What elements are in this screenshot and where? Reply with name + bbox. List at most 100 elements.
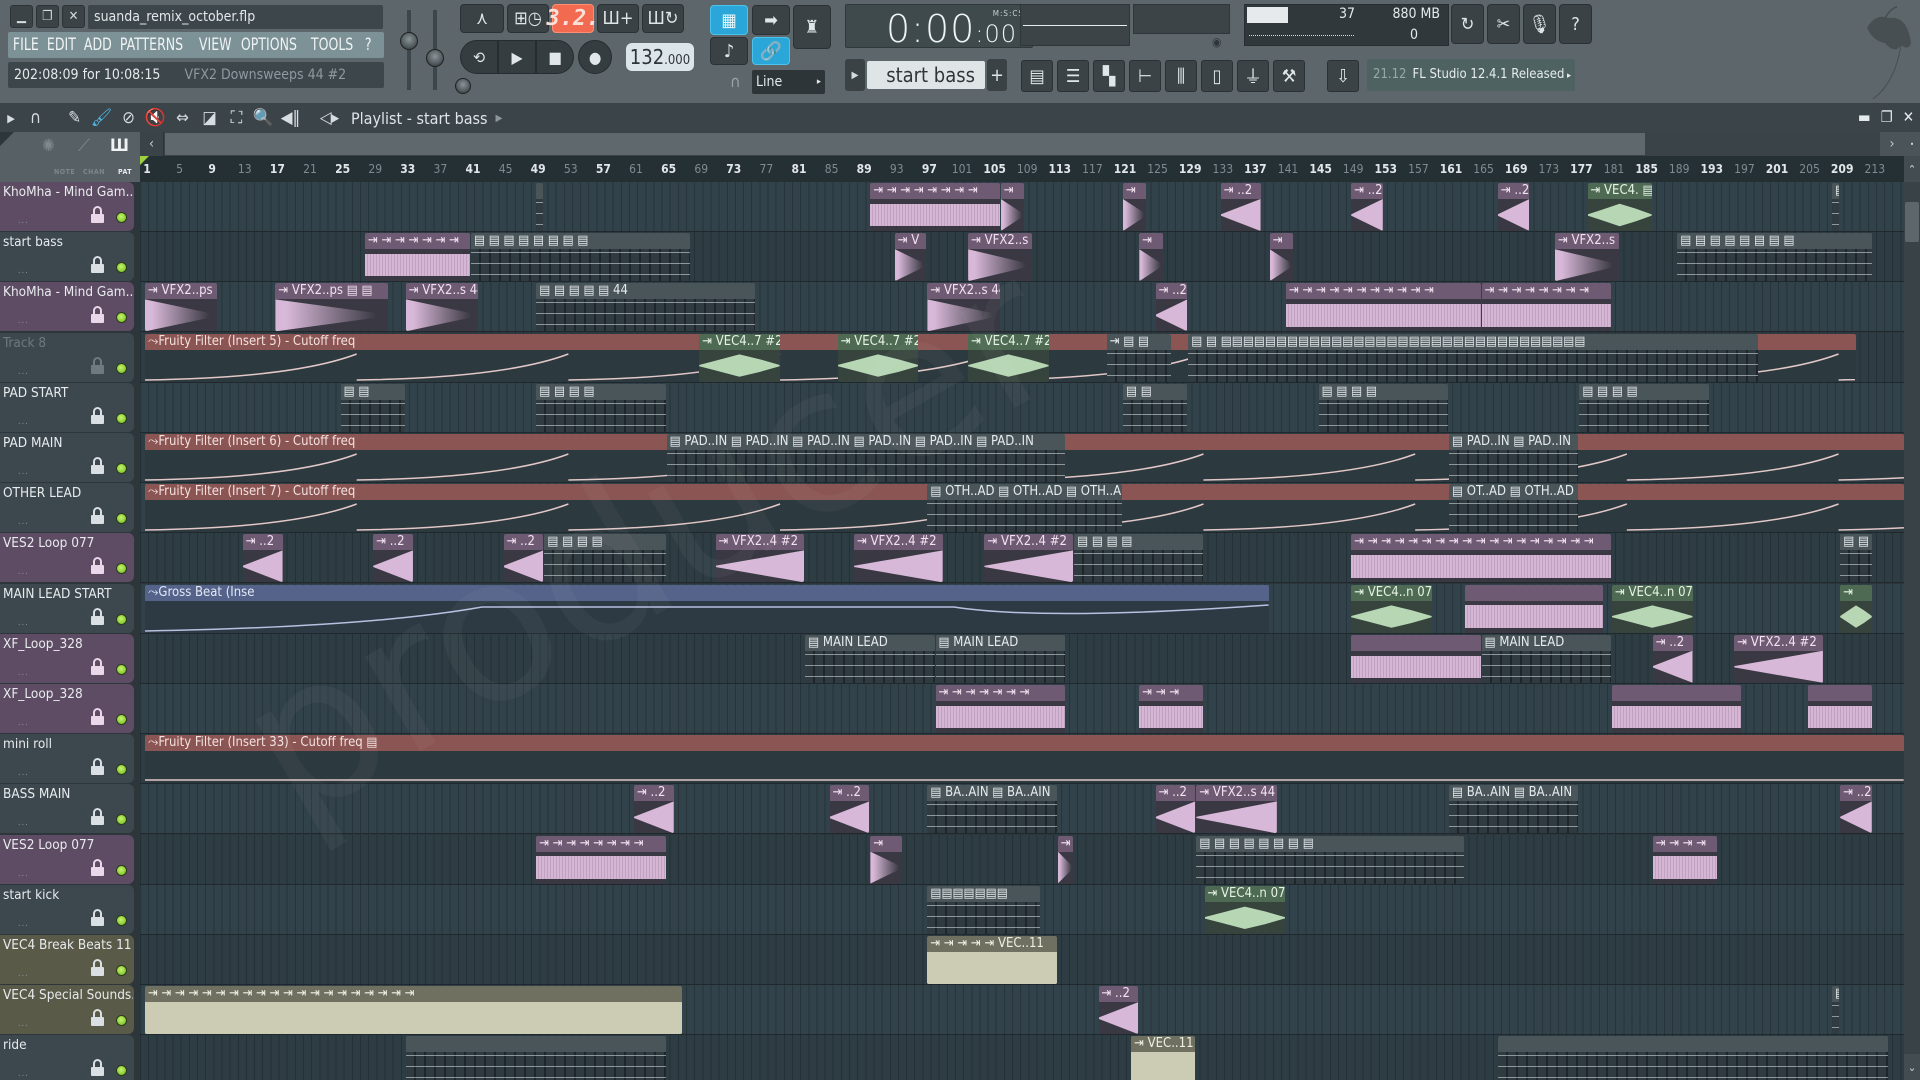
track-header[interactable]: BASS MAIN ... — [0, 784, 134, 834]
track-mute-toggle[interactable] — [116, 463, 127, 474]
pattern-clip[interactable]: ▤ PAD..IN ▤ PAD..IN — [1449, 434, 1579, 482]
track-mute-toggle[interactable] — [116, 412, 127, 424]
track-options-dots[interactable]: ... — [18, 216, 29, 226]
track-options-dots[interactable]: ... — [18, 618, 29, 628]
track-mute-toggle[interactable] — [116, 864, 127, 876]
step-edit-button[interactable]: ▦ — [710, 5, 748, 35]
track-options-dots[interactable]: ... — [18, 919, 29, 929]
pattern-clip[interactable]: ▤▤▤▤▤▤▤ — [927, 885, 1041, 934]
track-header[interactable]: MAIN LEAD START ... — [0, 583, 134, 633]
chevron-right-icon[interactable]: ▶ — [496, 113, 503, 124]
slice-icon[interactable]: ◪ — [196, 108, 223, 128]
lock-icon[interactable] — [91, 507, 104, 525]
audio-clip[interactable]: ⇥ ..2 — [1155, 785, 1196, 834]
playlist-menu-arrow[interactable]: ▶ — [0, 112, 22, 125]
audio-clip[interactable]: ⇥ ..2 — [634, 785, 674, 834]
add-pattern-button[interactable]: + — [987, 59, 1007, 91]
track-options-dots[interactable]: ... — [18, 869, 29, 879]
audio-clip[interactable]: ⇥ VEC..11 — [1131, 1036, 1196, 1080]
track-mute-toggle[interactable] — [116, 513, 127, 525]
online-news-button[interactable]: ⇩ — [1327, 60, 1359, 92]
track-header[interactable]: OTHER LEAD ... — [0, 483, 134, 533]
track-mute-toggle[interactable] — [116, 764, 127, 776]
audio-clip[interactable] — [1612, 685, 1742, 733]
timeline-ruler[interactable]: 1 5 9 13 17 21 25 29 33 37 41 45 49 53 57 61 65 69 73 77 81 8… — [140, 156, 1904, 182]
track-options-dots[interactable]: ... — [18, 668, 29, 678]
vertical-scrollbar[interactable]: ⌃ ⌄ — [1904, 156, 1920, 1080]
record-button[interactable]: ● — [578, 40, 612, 74]
lock-icon[interactable] — [91, 708, 104, 726]
audio-clip[interactable]: ⇥ ..2 — [1155, 283, 1188, 332]
audio-clip[interactable]: ⇥ ⇥ ⇥ ⇥ ⇥ ⇥ ⇥ ⇥ — [870, 183, 1000, 231]
vertical-scroll-thumb[interactable] — [1905, 202, 1919, 242]
pattern-clip[interactable]: ▤ PAD..IN ▤ PAD..IN ▤ PAD..IN ▤ PAD..IN … — [666, 434, 1065, 482]
audio-clip[interactable]: ⇥ ..2 — [242, 534, 283, 583]
lock-icon[interactable] — [91, 206, 104, 224]
lock-icon[interactable] — [91, 607, 104, 626]
audio-clip[interactable]: ⇥ VFX2..4 #2 — [1734, 634, 1823, 683]
scroll-right-button[interactable]: › — [1880, 132, 1904, 156]
playback-icon[interactable]: ◀‖ — [277, 108, 304, 128]
pattern-clip[interactable]: ▤ ▤ ▤ ▤ ▤ ▤ ▤ ▤ — [1677, 233, 1872, 282]
audio-clip[interactable]: ⇥ VEC4..7 #2 — [837, 333, 919, 382]
track-options-dots[interactable]: ... — [18, 266, 29, 276]
audio-clip[interactable]: ⇥ ..2 — [503, 534, 544, 583]
track-header[interactable]: PAD MAIN ... — [0, 433, 134, 482]
audio-clip[interactable]: ⇥ — [1269, 233, 1294, 282]
pattern-clip[interactable]: ▤ ▤ — [1123, 383, 1188, 432]
corner-menu-button[interactable]: • — [1904, 132, 1920, 156]
audio-clip[interactable]: ⇥ VFX2..4 #2 — [984, 534, 1074, 583]
news-ticker[interactable]: 21.12 FL Studio 12.4.1 Released ▸ — [1367, 59, 1575, 91]
scroll-up-button[interactable]: ⌃ — [1904, 156, 1920, 182]
track-header[interactable]: KhoMha - Mind Gam.. ... — [0, 182, 134, 231]
stop-button[interactable]: ■ — [536, 40, 574, 74]
track-mute-toggle[interactable] — [116, 714, 127, 725]
pattern-clip[interactable]: ▤ OT..AD ▤ OTH..AD — [1449, 484, 1579, 533]
audio-clip[interactable]: ⇥ VFX2..s 44 — [405, 283, 479, 332]
track-mute-toggle[interactable] — [116, 613, 127, 625]
audio-clip[interactable]: ⇥ ⇥ ⇥ ⇥ ⇥ ⇥ ⇥ ⇥ — [1481, 283, 1611, 332]
menu-view[interactable]: VIEW — [194, 35, 236, 55]
scroll-down-button[interactable]: ⌄ — [1904, 1054, 1920, 1080]
track-lane[interactable]: ▤ MAIN LEAD ▤ MAIN LEAD ▤ MAIN LEAD ⇥ ..2 ⇥ … — [140, 633, 1904, 684]
audio-clip[interactable]: ⇥ ⇥ ⇥ ⇥ ⇥ ⇥ ⇥ — [365, 233, 470, 282]
track-mute-toggle[interactable] — [116, 663, 127, 675]
pattern-prev-button[interactable]: ▶ — [845, 59, 865, 91]
pattern-clip[interactable]: ▤ ▤ ▤ ▤ — [1318, 383, 1448, 432]
pattern-clip[interactable]: ▤ — [1832, 183, 1840, 231]
track-header[interactable]: KhoMha - Mind Gam.. ... — [0, 282, 134, 332]
track-lane[interactable]: ⇥ ⇥ ⇥ ⇥ ⇥ ⇥ ⇥ ▤ ▤ ▤ ▤ ▤ ▤ ▤ ▤ ⇥ V ⇥ VFX2..s… — [140, 232, 1904, 283]
lock-icon[interactable] — [91, 406, 104, 425]
audio-clip[interactable]: ⇥ VFX2..s 44 — [927, 283, 1000, 332]
lock-icon[interactable] — [91, 808, 104, 826]
scroll-left-button[interactable]: ‹ — [140, 132, 164, 156]
track-header[interactable]: ride ... — [0, 1035, 134, 1080]
audio-clip[interactable]: ⇥ ⇥ ⇥ ⇥ ⇥ ⇥ ⇥ — [935, 685, 1065, 733]
pattern-clip[interactable]: ▤ ▤ ▤▤▤▤▤▤▤▤▤▤▤▤▤▤▤▤▤▤▤▤▤▤▤▤▤▤▤▤▤▤▤▤▤ — [1188, 333, 1758, 382]
track-options-dots[interactable]: ... — [18, 718, 29, 728]
audio-clip[interactable]: ⇥ ⇥ ⇥ ⇥ ⇥ ⇥ ⇥ ⇥ ⇥ ⇥ ⇥ ⇥ ⇥ ⇥ ⇥ ⇥ ⇥ ⇥ ⇥ ⇥ — [145, 986, 682, 1035]
audio-clip[interactable]: ⇥ VFX2..ps ▤ ▤ — [275, 283, 389, 332]
pattern-clip[interactable]: ▤ MAIN LEAD — [935, 634, 1065, 683]
track-lane[interactable]: ⇥ ⇥ ⇥ ⇥ ⇥ ⇥ ⇥ ⇥ ⇥ ⇥ — [140, 684, 1904, 734]
track-lane[interactable]: ⇥ ⇥ ⇥ ⇥ ⇥ VEC..11 — [140, 935, 1904, 985]
pattern-clip[interactable]: ▤ ▤ ▤ ▤ — [536, 383, 666, 432]
zoom-icon[interactable]: 🔍 — [250, 108, 277, 128]
typing-keyboard-button[interactable]: ♪ — [710, 37, 748, 65]
automation-clip[interactable]: ⤳Fruity Filter (Insert 33) - Cutoff freq… — [145, 735, 1904, 784]
playlist-button[interactable]: ▤ — [1021, 60, 1053, 92]
audio-clip[interactable]: ⇥ ..2 — [1652, 634, 1693, 683]
horizontal-scrollbar[interactable]: ‹ › — [140, 132, 1904, 156]
help-button[interactable]: ? — [1559, 4, 1592, 44]
track-lane[interactable]: ⇥ ..2 ⇥ ..2 ⇥ ..2 ▤ ▤ ▤ ▤ ⇥ VFX2..4 #2 ⇥ VFX2… — [140, 533, 1904, 584]
track-header[interactable]: VEC4 Special Sounds.. ... — [0, 985, 134, 1035]
audio-clip[interactable]: ⇥ VFX2..4 #2 — [854, 534, 943, 583]
track-header[interactable]: mini roll ... — [0, 734, 134, 784]
audio-clip[interactable]: ⇥ ..2 — [1220, 183, 1261, 231]
audio-clip[interactable]: ⇥ VEC4..n 07 — [1204, 885, 1285, 934]
pattern-name-field[interactable]: start bass — [867, 61, 985, 89]
lock-icon[interactable] — [91, 256, 104, 274]
track-options-dots[interactable]: ... — [18, 1069, 29, 1079]
track-mute-toggle[interactable] — [116, 814, 127, 826]
maximize-icon[interactable]: ❐ — [1881, 108, 1893, 126]
